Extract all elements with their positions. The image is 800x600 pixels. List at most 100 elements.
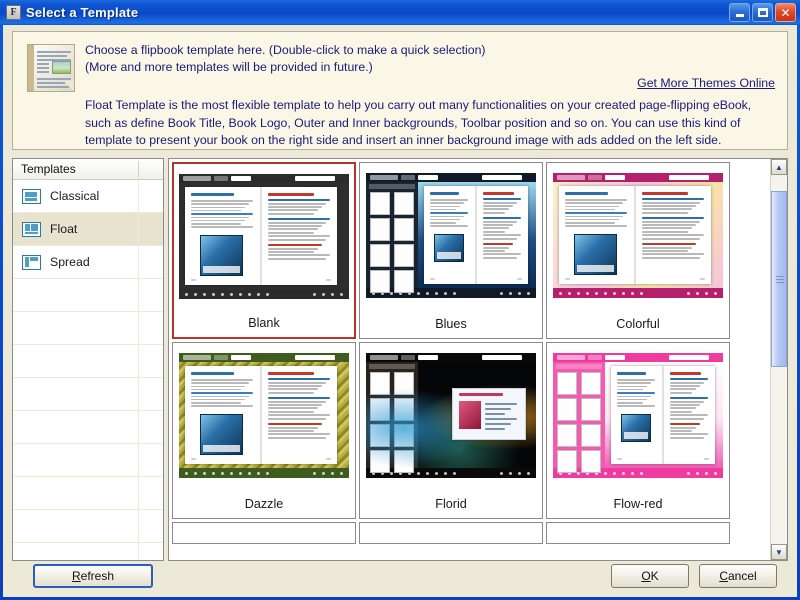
page-text-line [268, 382, 326, 384]
template-grid[interactable]: Blank Blues Colorful Dazzle Florid Flow-red ▲… [168, 158, 788, 561]
search-field [482, 355, 522, 360]
page-text-line [191, 223, 241, 225]
list-column-header-label: Templates [21, 162, 76, 176]
page-number [617, 458, 622, 460]
toolbar-control [631, 472, 634, 475]
toolbar-control [696, 292, 699, 295]
product-box-label [203, 266, 240, 274]
page-text-line [268, 397, 330, 399]
page-text-line [483, 198, 521, 200]
sidebar-empty-row[interactable] [13, 411, 163, 444]
book-spread [611, 366, 715, 464]
page-text-line [430, 208, 456, 211]
page-text-line [268, 222, 326, 224]
book-spread [559, 186, 711, 284]
page-thumbnail [370, 218, 390, 241]
sidebar-empty-row[interactable] [13, 444, 163, 477]
template-cell-colorful[interactable]: Colorful [546, 162, 730, 339]
product-box-image [200, 414, 243, 456]
page-text-line [268, 401, 326, 403]
template-thumbnail [179, 174, 349, 299]
page-text-line [268, 239, 326, 241]
template-cell-offscreen[interactable] [172, 522, 356, 544]
sidebar-empty-row[interactable] [13, 312, 163, 345]
template-cell-blues[interactable]: Blues [359, 162, 543, 339]
flipbook-preview [179, 353, 349, 478]
page-text-line [268, 218, 330, 220]
templates-category-list[interactable]: Templates Classical Float Spread [12, 158, 164, 561]
template-cell-blank[interactable]: Blank [172, 162, 356, 339]
flipbook-preview [553, 173, 723, 298]
template-cell-flow-red[interactable]: Flow-red [546, 342, 730, 519]
page-text-line [670, 385, 700, 387]
toolbar-control [568, 292, 571, 295]
sidebar-item-float[interactable]: Float [13, 213, 163, 246]
refresh-button[interactable]: Refresh [33, 564, 153, 588]
toolbar-control [527, 472, 530, 475]
preview-toolbar-bottom [366, 468, 536, 478]
thumbnail-side-pane [553, 362, 605, 473]
template-grid-row-partial [169, 519, 771, 544]
sidebar-item-classical[interactable]: Classical [13, 180, 163, 213]
preview-toolbar-bottom [366, 288, 536, 298]
page-text-line [565, 215, 623, 218]
page-thumbnail [557, 398, 577, 421]
sidebar-empty-row[interactable] [13, 510, 163, 543]
book-page-right [262, 187, 337, 285]
page-number [704, 458, 709, 460]
page-text-line [565, 212, 627, 214]
sidebar-empty-row[interactable] [13, 378, 163, 411]
page-text-line [268, 203, 326, 205]
template-cell-offscreen[interactable] [546, 522, 730, 544]
toolbar-control [622, 472, 625, 475]
sidebar-empty-row[interactable] [13, 477, 163, 510]
page-text-line [642, 243, 696, 245]
toolbar-control [417, 472, 420, 475]
page-text-line [268, 388, 318, 390]
toolbar-control [257, 293, 260, 296]
page-text-line [268, 209, 318, 211]
template-cell-offscreen[interactable] [359, 522, 543, 544]
app-icon: F [6, 5, 21, 20]
cancel-button[interactable]: Cancel [699, 564, 777, 588]
page-text-line [483, 202, 517, 204]
template-name-label: Blank [248, 316, 280, 330]
page-text-line [268, 213, 314, 215]
page-text-line [642, 247, 692, 249]
template-grid-scrollbar[interactable]: ▲ ▼ [770, 159, 787, 560]
page-thumbnail [370, 192, 390, 215]
scrollbar-thumb[interactable] [771, 191, 787, 368]
minimize-button[interactable] [729, 3, 750, 22]
preview-toolbar-bottom [179, 289, 349, 299]
template-cell-florid[interactable]: Florid [359, 342, 543, 519]
page-text-line [268, 251, 314, 253]
toolbar-control [203, 472, 206, 475]
toolbar-control [194, 293, 197, 296]
product-box-image [200, 235, 243, 277]
ok-button[interactable]: OK [611, 564, 689, 588]
close-button[interactable]: ✕ [775, 3, 796, 22]
page-text-line [430, 202, 464, 204]
page-text-line [268, 418, 326, 420]
page-text-line [430, 225, 468, 227]
page-text-line [642, 238, 700, 240]
sidebar-item-spread[interactable]: Spread [13, 246, 163, 279]
page-text-line [642, 231, 688, 233]
toolbar-control [435, 472, 438, 475]
cancel-button-label: Cancel [719, 569, 757, 583]
toolbar-control [705, 472, 708, 475]
preview-toolbar-bottom [553, 288, 723, 298]
template-cell-dazzle[interactable]: Dazzle [172, 342, 356, 519]
sidebar-empty-row[interactable] [13, 279, 163, 312]
get-more-themes-link[interactable]: Get More Themes Online [637, 76, 775, 90]
page-text-line [191, 398, 245, 401]
page-text-line [268, 378, 330, 380]
toolbar-control [221, 472, 224, 475]
sidebar-empty-row[interactable] [13, 345, 163, 378]
scroll-up-arrow-icon[interactable]: ▲ [771, 159, 787, 175]
preview-toolbar-bottom [553, 468, 723, 478]
template-thumbnail [179, 353, 349, 478]
page-thumbnail [394, 270, 414, 293]
maximize-button[interactable] [752, 3, 773, 22]
search-field [605, 175, 625, 180]
